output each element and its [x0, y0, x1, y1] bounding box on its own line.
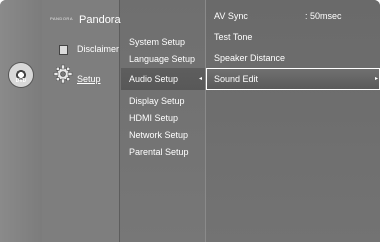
disclaimer-menu-item[interactable]: Disclaimer [77, 44, 119, 54]
audio-item-sound-edit[interactable]: Sound Edit [214, 74, 258, 84]
pandora-logo-text: PANDORA [50, 16, 73, 21]
setup-item-network[interactable]: Network Setup [129, 130, 188, 140]
setup-menu-item[interactable]: Setup [77, 74, 101, 84]
dvd-label: DVD [15, 78, 27, 84]
gear-icon [53, 64, 73, 84]
setup-item-language[interactable]: Language Setup [129, 54, 195, 64]
setup-item-system[interactable]: System Setup [129, 37, 185, 47]
setup-item-display[interactable]: Display Setup [129, 96, 185, 106]
app-column [42, 0, 120, 242]
tv-menu-screen: DVD PANDORA Pandora Disclaimer Setup ◂ S… [0, 0, 380, 242]
disclaimer-document-icon [59, 45, 68, 55]
av-sync-value: : 50msec [305, 11, 342, 21]
audio-item-test-tone[interactable]: Test Tone [214, 32, 252, 42]
submenu-arrow-icon: ▸ [375, 76, 379, 82]
submenu-arrow-icon: ◂ [199, 76, 203, 82]
audio-item-av-sync[interactable]: AV Sync [214, 11, 248, 21]
pandora-menu-item[interactable]: Pandora [79, 14, 121, 26]
setup-item-audio[interactable]: Audio Setup [129, 74, 178, 84]
setup-item-parental[interactable]: Parental Setup [129, 147, 189, 157]
source-column [0, 0, 43, 242]
setup-item-hdmi[interactable]: HDMI Setup [129, 113, 178, 123]
audio-item-speaker-distance[interactable]: Speaker Distance [214, 53, 285, 63]
